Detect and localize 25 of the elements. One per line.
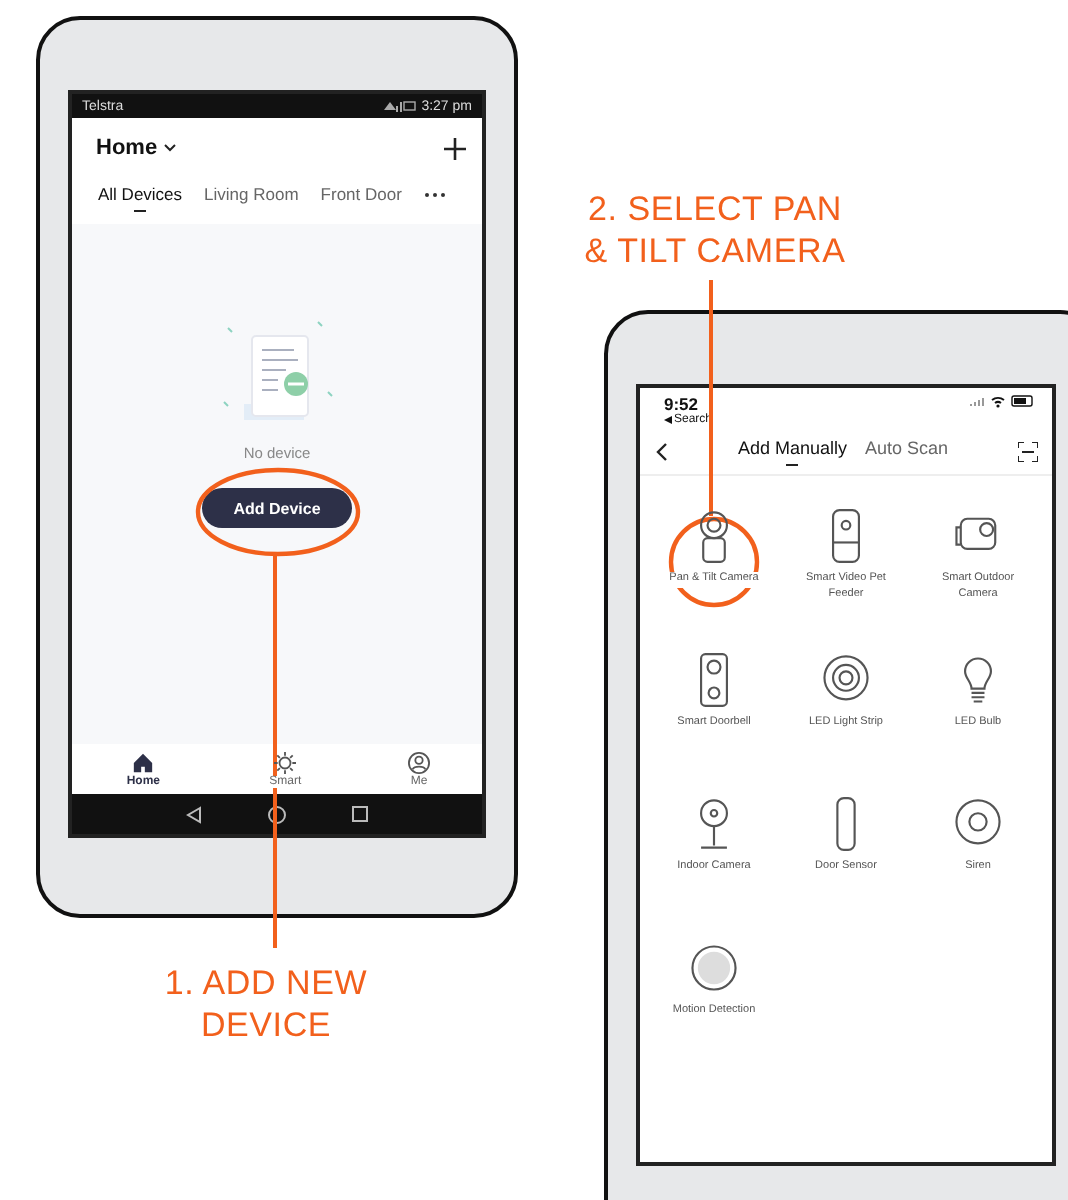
room-tab[interactable]: All Devices [98,184,183,212]
home-icon [132,752,155,774]
home-circle-icon[interactable] [267,805,286,823]
chevron-down-icon[interactable] [163,144,176,152]
sun-icon [274,752,297,774]
user-icon [408,752,430,774]
home-title[interactable]: Home [96,136,158,160]
room-tab[interactable]: Front Door [320,184,402,212]
clock-label: 9:52 [664,394,699,414]
step-caption: 1. ADD NEW DEVICE [162,962,370,1046]
add-device-button[interactable]: Add Device [202,488,352,528]
signal-wifi-battery-icon [968,394,1036,408]
scan-icon[interactable] [1017,442,1038,462]
add-mode-tab[interactable]: Add Manually [737,438,847,466]
signal-battery-icon [383,100,416,112]
back-icon[interactable] [185,805,202,823]
motion-sensor-icon [690,940,738,996]
add-mode-tab[interactable]: Auto Scan [865,438,949,466]
more-icon[interactable] [423,191,446,197]
step-caption: 2. SELECT PAN & TILT CAMERA [582,188,848,272]
recents-icon[interactable] [352,806,369,822]
highlight-ellipse [668,516,760,608]
plus-icon[interactable] [444,137,466,159]
room-tab[interactable]: Living Room [204,184,299,212]
back-icon[interactable] [664,416,672,424]
